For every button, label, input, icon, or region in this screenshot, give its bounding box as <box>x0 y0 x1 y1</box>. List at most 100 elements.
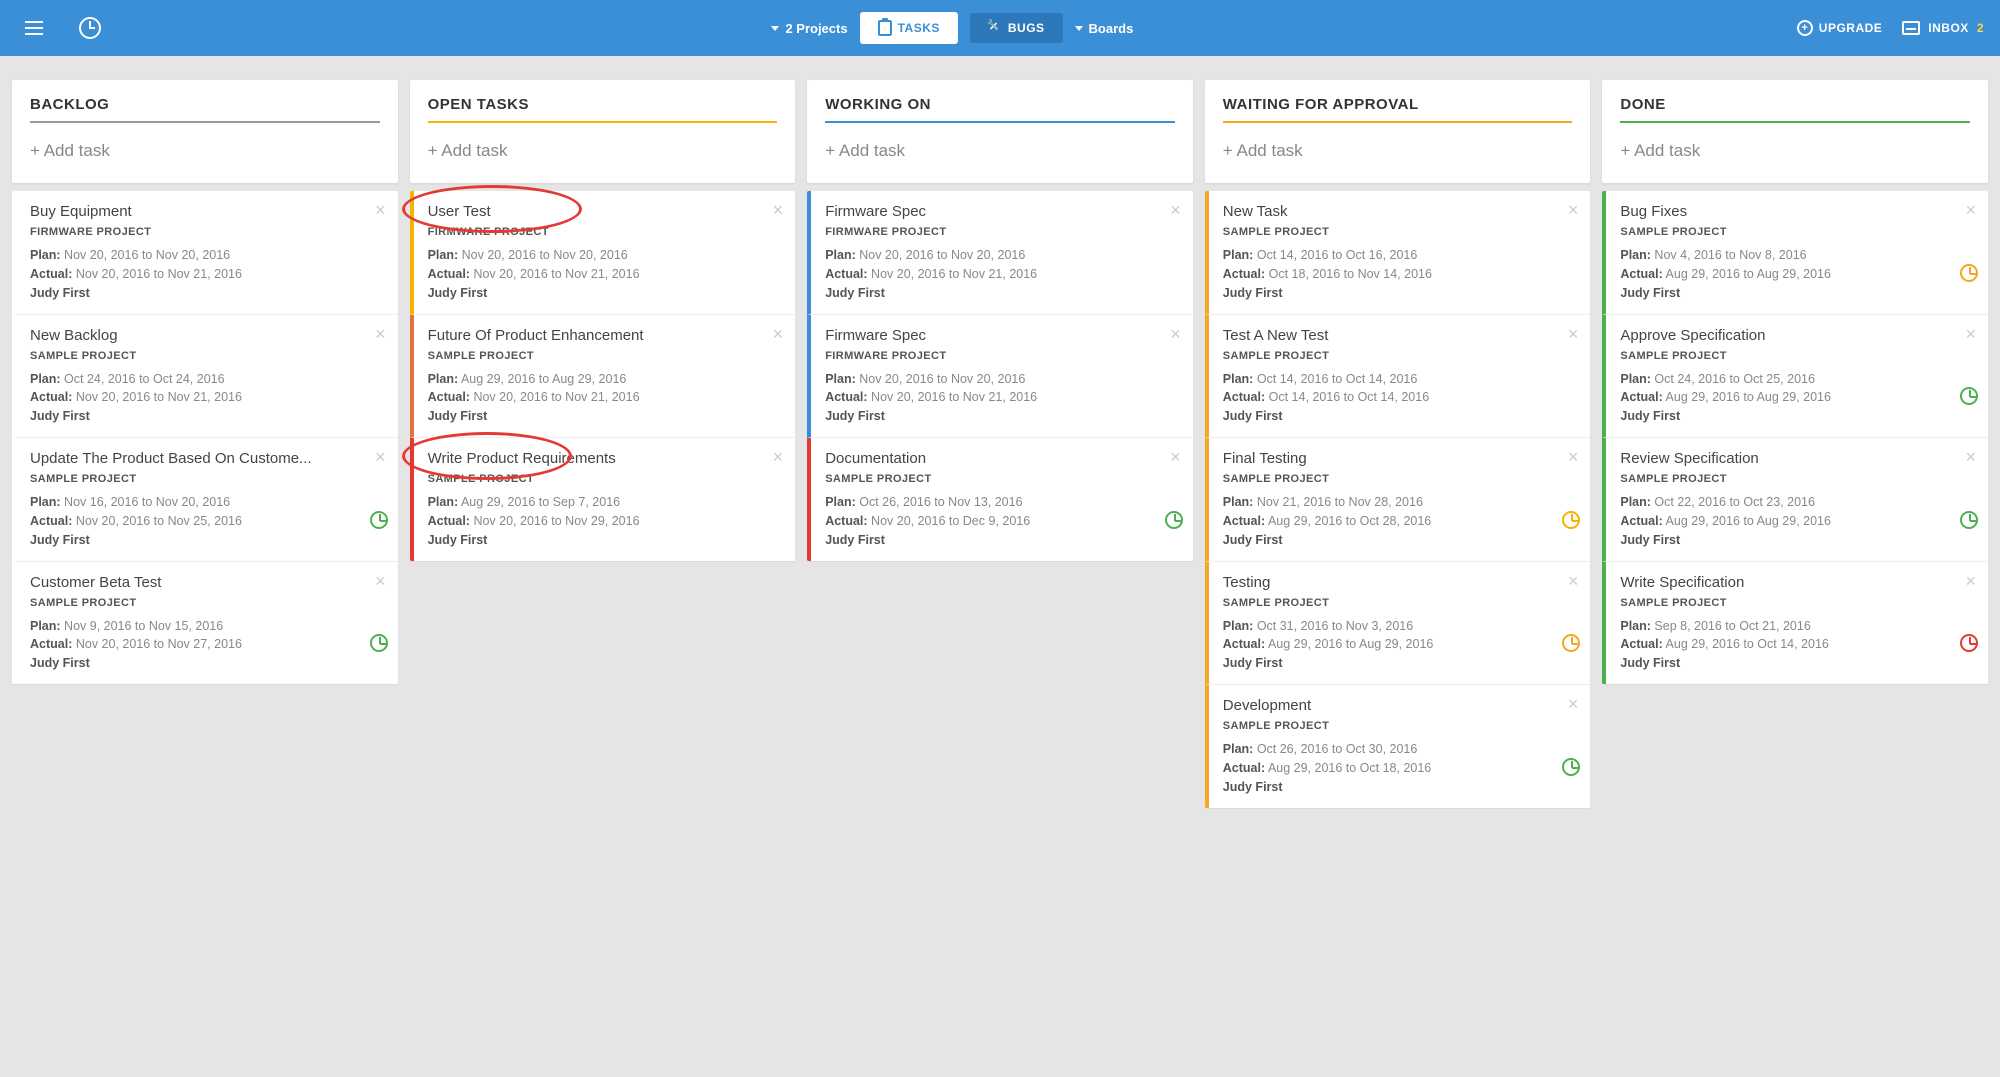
card-assignee: Judy First <box>825 286 1177 300</box>
close-icon[interactable]: × <box>1965 448 1976 466</box>
card-title: Testing <box>1223 574 1575 591</box>
card-actual: Actual: Aug 29, 2016 to Aug 29, 2016 <box>1223 635 1575 654</box>
close-icon[interactable]: × <box>1568 325 1579 343</box>
column-header: BACKLOG+ Add task <box>12 80 398 183</box>
add-task-button[interactable]: + Add task <box>1620 141 1970 161</box>
card-title: Review Specification <box>1620 450 1972 467</box>
card-plan: Plan: Oct 26, 2016 to Nov 13, 2016 <box>825 493 1177 512</box>
card-title: Development <box>1223 697 1575 714</box>
card-actual: Actual: Oct 18, 2016 to Nov 14, 2016 <box>1223 265 1575 284</box>
close-icon[interactable]: × <box>375 325 386 343</box>
close-icon[interactable]: × <box>773 201 784 219</box>
card-plan: Plan: Aug 29, 2016 to Aug 29, 2016 <box>428 370 780 389</box>
card-title: Write Product Requirements <box>428 450 780 467</box>
task-card[interactable]: ×DevelopmentSAMPLE PROJECTPlan: Oct 26, … <box>1205 685 1591 808</box>
task-card[interactable]: ×Firmware SpecFIRMWARE PROJECTPlan: Nov … <box>807 315 1193 439</box>
tab-tasks[interactable]: TASKS <box>860 12 958 44</box>
timesheet-button[interactable] <box>72 10 108 46</box>
caret-down-icon <box>771 26 779 31</box>
card-title: Final Testing <box>1223 450 1575 467</box>
card-assignee: Judy First <box>30 656 382 670</box>
status-badge-icon <box>1562 634 1580 652</box>
close-icon[interactable]: × <box>375 572 386 590</box>
card-project: SAMPLE PROJECT <box>30 597 382 609</box>
task-card[interactable]: ×TestingSAMPLE PROJECTPlan: Oct 31, 2016… <box>1205 562 1591 686</box>
card-project: SAMPLE PROJECT <box>1620 226 1972 238</box>
card-project: SAMPLE PROJECT <box>1620 597 1972 609</box>
card-project: SAMPLE PROJECT <box>1223 226 1575 238</box>
column-underline <box>428 121 778 123</box>
column-underline <box>1620 121 1970 123</box>
card-actual: Actual: Nov 20, 2016 to Nov 27, 2016 <box>30 635 382 654</box>
card-assignee: Judy First <box>1223 656 1575 670</box>
status-badge-icon <box>370 634 388 652</box>
card-title: Firmware Spec <box>825 203 1177 220</box>
card-project: SAMPLE PROJECT <box>1223 720 1575 732</box>
task-card[interactable]: ×Write Product RequirementsSAMPLE PROJEC… <box>410 438 796 561</box>
close-icon[interactable]: × <box>1568 695 1579 713</box>
close-icon[interactable]: × <box>773 448 784 466</box>
column-header: DONE+ Add task <box>1602 80 1988 183</box>
task-card[interactable]: ×Write SpecificationSAMPLE PROJECTPlan: … <box>1602 562 1988 685</box>
inbox-button[interactable]: INBOX 2 <box>1902 21 1984 35</box>
card-title: New Backlog <box>30 327 382 344</box>
plus-circle-icon: + <box>1797 20 1813 36</box>
close-icon[interactable]: × <box>1965 325 1976 343</box>
task-card[interactable]: ×User TestFIRMWARE PROJECTPlan: Nov 20, … <box>410 191 796 315</box>
task-card[interactable]: ×Buy EquipmentFIRMWARE PROJECTPlan: Nov … <box>12 191 398 315</box>
card-project: SAMPLE PROJECT <box>1223 597 1575 609</box>
close-icon[interactable]: × <box>1170 448 1181 466</box>
task-card[interactable]: ×Final TestingSAMPLE PROJECTPlan: Nov 21… <box>1205 438 1591 562</box>
column-open-tasks: OPEN TASKS+ Add task×User TestFIRMWARE P… <box>410 80 796 561</box>
card-title: User Test <box>428 203 780 220</box>
task-card[interactable]: ×New BacklogSAMPLE PROJECTPlan: Oct 24, … <box>12 315 398 439</box>
projects-dropdown[interactable]: 2 Projects <box>771 21 847 36</box>
card-assignee: Judy First <box>1223 409 1575 423</box>
add-task-button[interactable]: + Add task <box>1223 141 1573 161</box>
close-icon[interactable]: × <box>1568 572 1579 590</box>
card-title: Future Of Product Enhancement <box>428 327 780 344</box>
close-icon[interactable]: × <box>1170 325 1181 343</box>
task-card[interactable]: ×Update The Product Based On Custome...S… <box>12 438 398 562</box>
column-title: WORKING ON <box>825 96 1175 113</box>
card-list: ×New TaskSAMPLE PROJECTPlan: Oct 14, 201… <box>1205 191 1591 808</box>
close-icon[interactable]: × <box>1568 448 1579 466</box>
add-task-button[interactable]: + Add task <box>30 141 380 161</box>
task-card[interactable]: ×New TaskSAMPLE PROJECTPlan: Oct 14, 201… <box>1205 191 1591 315</box>
close-icon[interactable]: × <box>1170 201 1181 219</box>
card-project: FIRMWARE PROJECT <box>825 350 1177 362</box>
status-badge-icon <box>1165 511 1183 529</box>
card-assignee: Judy First <box>825 409 1177 423</box>
task-card[interactable]: ×Firmware SpecFIRMWARE PROJECTPlan: Nov … <box>807 191 1193 315</box>
task-card[interactable]: ×Bug FixesSAMPLE PROJECTPlan: Nov 4, 201… <box>1602 191 1988 315</box>
card-project: SAMPLE PROJECT <box>1223 473 1575 485</box>
task-card[interactable]: ×Test A New TestSAMPLE PROJECTPlan: Oct … <box>1205 315 1591 439</box>
task-card[interactable]: ×Customer Beta TestSAMPLE PROJECTPlan: N… <box>12 562 398 685</box>
card-list: ×Firmware SpecFIRMWARE PROJECTPlan: Nov … <box>807 191 1193 561</box>
card-assignee: Judy First <box>1223 533 1575 547</box>
add-task-button[interactable]: + Add task <box>428 141 778 161</box>
task-card[interactable]: ×Approve SpecificationSAMPLE PROJECTPlan… <box>1602 315 1988 439</box>
task-card[interactable]: ×Future Of Product EnhancementSAMPLE PRO… <box>410 315 796 439</box>
close-icon[interactable]: × <box>1965 572 1976 590</box>
card-title: Documentation <box>825 450 1177 467</box>
card-project: SAMPLE PROJECT <box>1620 473 1972 485</box>
task-card[interactable]: ×Review SpecificationSAMPLE PROJECTPlan:… <box>1602 438 1988 562</box>
close-icon[interactable]: × <box>1568 201 1579 219</box>
card-assignee: Judy First <box>30 286 382 300</box>
boards-dropdown[interactable]: Boards <box>1075 21 1134 36</box>
card-plan: Plan: Oct 24, 2016 to Oct 24, 2016 <box>30 370 382 389</box>
status-badge-icon <box>1562 511 1580 529</box>
card-assignee: Judy First <box>1223 780 1575 794</box>
tab-bugs[interactable]: BUGS <box>970 13 1063 43</box>
close-icon[interactable]: × <box>1965 201 1976 219</box>
card-title: Customer Beta Test <box>30 574 382 591</box>
menu-button[interactable] <box>16 10 52 46</box>
close-icon[interactable]: × <box>375 448 386 466</box>
close-icon[interactable]: × <box>375 201 386 219</box>
task-card[interactable]: ×DocumentationSAMPLE PROJECTPlan: Oct 26… <box>807 438 1193 561</box>
card-assignee: Judy First <box>30 533 382 547</box>
upgrade-button[interactable]: + UPGRADE <box>1797 20 1883 36</box>
add-task-button[interactable]: + Add task <box>825 141 1175 161</box>
close-icon[interactable]: × <box>773 325 784 343</box>
